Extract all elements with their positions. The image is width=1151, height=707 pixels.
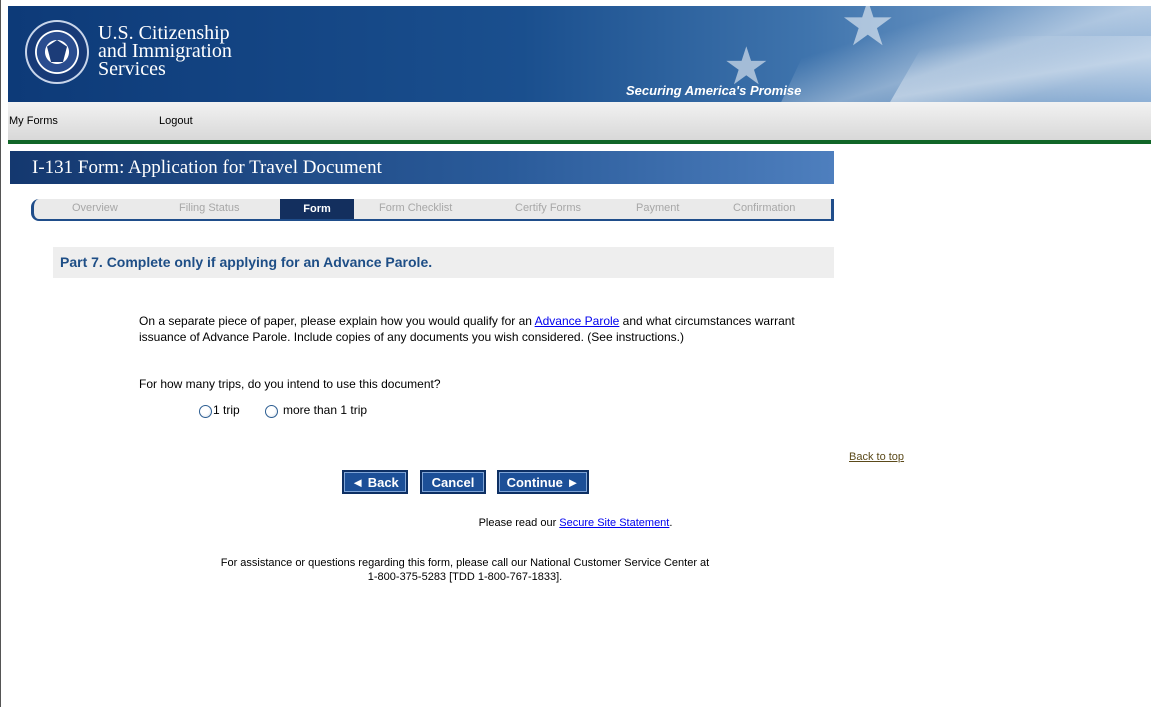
eagle-icon — [47, 40, 67, 62]
back-button[interactable]: ◄ Back — [342, 470, 408, 494]
tagline: Securing America's Promise — [626, 83, 802, 98]
radio-more-than-one-trip[interactable] — [265, 405, 278, 418]
part-heading: Part 7. Complete only if applying for an… — [53, 247, 834, 278]
flag-stripe — [887, 36, 1151, 102]
tab-overview[interactable]: Overview — [72, 202, 118, 214]
assistance-line: 1-800-375-5283 [TDD 1-800-767-1833]. — [367, 571, 563, 583]
tab-form[interactable]: Form — [280, 199, 354, 219]
tab-filing-status[interactable]: Filing Status — [179, 202, 240, 214]
secure-text: . — [669, 517, 673, 529]
secure-text: Please read our — [478, 517, 560, 529]
logout-link[interactable]: Logout — [159, 115, 193, 127]
advance-parole-link[interactable]: Advance Parole — [535, 314, 620, 328]
agency-line: Services — [98, 58, 166, 80]
star-icon: ★ — [840, 6, 896, 59]
radio-more-than-one-trip-label: more than 1 trip — [283, 403, 368, 417]
progress-tabs: Overview Filing Status Form Form Checkli… — [31, 199, 834, 221]
top-nav: My Forms Logout — [8, 102, 1151, 144]
tab-payment[interactable]: Payment — [636, 202, 679, 214]
instructions-text: On a separate piece of paper, please exp… — [139, 313, 809, 345]
trips-question: For how many trips, do you intend to use… — [139, 377, 441, 391]
assistance-line: For assistance or questions regarding th… — [220, 557, 710, 569]
cancel-button[interactable]: Cancel — [420, 470, 486, 494]
form-title: I-131 Form: Application for Travel Docum… — [10, 151, 834, 184]
radio-one-trip[interactable] — [199, 405, 212, 418]
continue-button[interactable]: Continue ► — [497, 470, 589, 494]
tab-confirmation[interactable]: Confirmation — [733, 202, 795, 214]
back-to-top-link[interactable]: Back to top — [849, 451, 904, 463]
agency-name: U.S. Citizenship and Immigration Service… — [98, 23, 232, 80]
dhs-seal-icon — [25, 20, 89, 84]
instructions-text-part: On a separate piece of paper, please exp… — [139, 314, 535, 328]
tab-form-checklist[interactable]: Form Checklist — [379, 202, 452, 214]
my-forms-link[interactable]: My Forms — [9, 115, 58, 127]
assistance-note: For assistance or questions regarding th… — [0, 556, 930, 584]
secure-site-statement-link[interactable]: Secure Site Statement — [559, 517, 669, 529]
secure-site-note: Please read our Secure Site Statement. — [0, 517, 1151, 529]
site-header: ★ ★ U.S. Citizenship and Immigration Ser… — [8, 6, 1151, 102]
tab-certify-forms[interactable]: Certify Forms — [515, 202, 581, 214]
radio-one-trip-label: 1 trip — [213, 403, 240, 417]
